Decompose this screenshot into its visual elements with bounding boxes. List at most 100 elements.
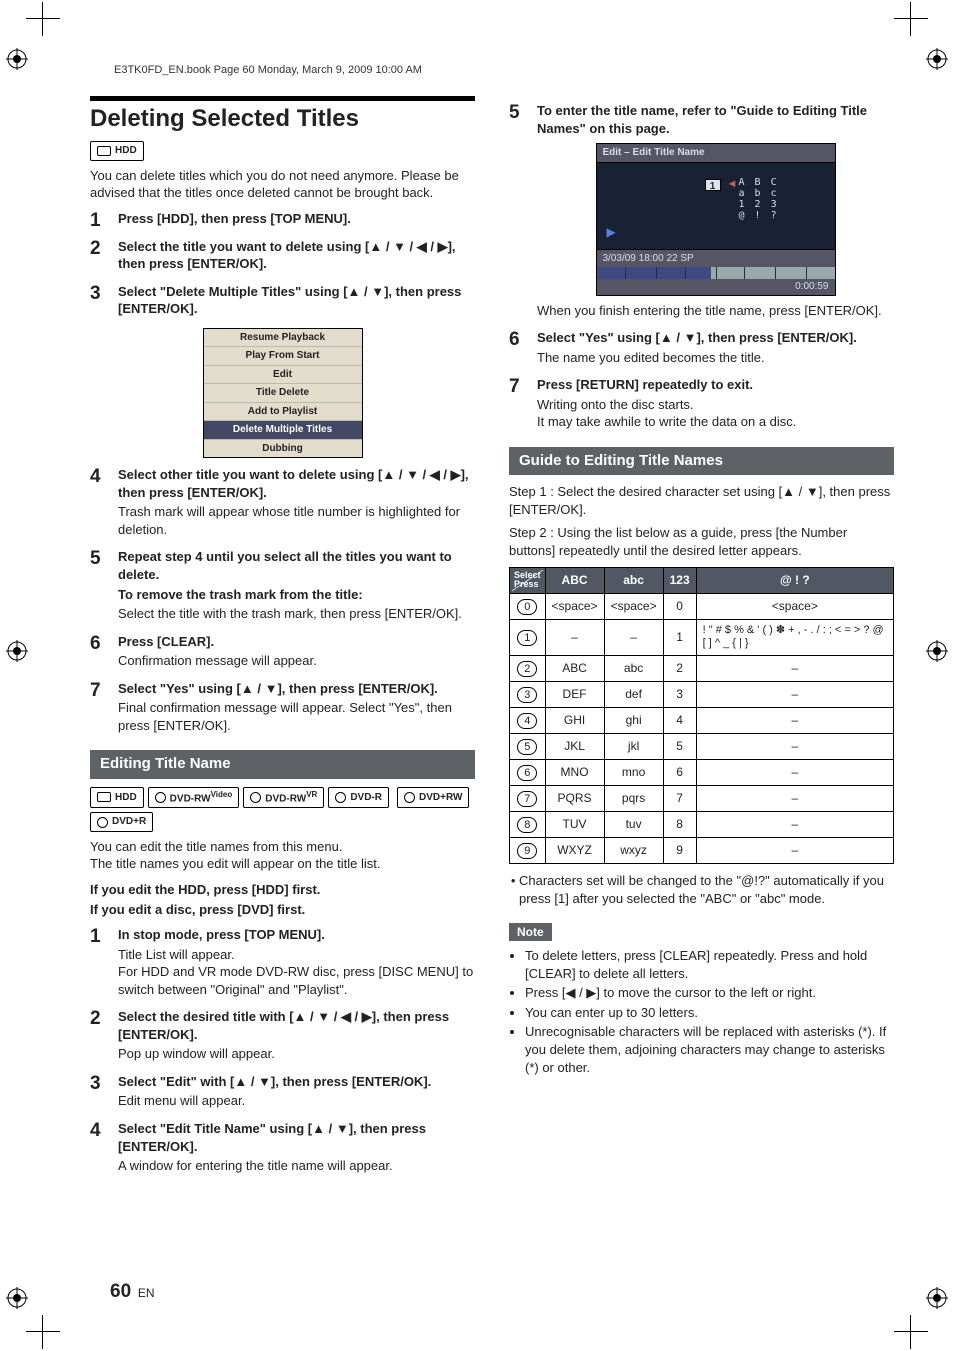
note-item: You can enter up to 30 letters. <box>525 1004 894 1022</box>
keycap-icon: 3 <box>517 687 537 703</box>
popup-item: Play From Start <box>204 347 362 366</box>
keycap-icon: 2 <box>517 661 537 677</box>
table-cell: WXYZ <box>545 838 604 864</box>
table-cell: – <box>696 760 893 786</box>
panel-footer-info: 3/03/09 18:00 22 SP <box>603 252 694 266</box>
section-title-deleting: Deleting Selected Titles <box>90 103 475 135</box>
table-cell: MNO <box>545 760 604 786</box>
section-rule <box>90 96 475 101</box>
table-cell: – <box>696 734 893 760</box>
panel-input: 1 <box>705 179 721 191</box>
keycap-icon: 4 <box>517 713 537 729</box>
table-cell: 4 <box>663 708 696 734</box>
step-item: Select other title you want to delete us… <box>90 466 475 538</box>
steps-list-editing: In stop mode, press [TOP MENU].Title Lis… <box>90 926 475 1175</box>
keycap-icon: 6 <box>517 765 537 781</box>
popup-item: Add to Playlist <box>204 403 362 422</box>
table-cell: 8 <box>663 812 696 838</box>
page-number: 60 EN <box>110 1281 154 1303</box>
steps-list-editing-cont: To enter the title name, refer to "Guide… <box>509 102 894 431</box>
keycap-cell: 8 <box>510 812 546 838</box>
table-cell: 6 <box>663 760 696 786</box>
keycap-icon: 8 <box>517 817 537 833</box>
table-row: 1––1! " # $ % & ' ( ) ✽ + , - . / : ; < … <box>510 619 894 656</box>
media-chip: DVD-RWVR <box>243 787 324 809</box>
panel-title: Edit – Edit Title Name <box>597 144 835 163</box>
table-cell: 9 <box>663 838 696 864</box>
table-cell: def <box>604 682 663 708</box>
table-row: 7PQRSpqrs7– <box>510 786 894 812</box>
charset-grid: A B Ca b c1 2 3@ ! ? <box>739 177 779 221</box>
popup-item: Edit <box>204 366 362 385</box>
keycap-icon: 9 <box>517 843 537 859</box>
table-row: 4GHIghi4– <box>510 708 894 734</box>
intro-editing: You can edit the title names from this m… <box>90 838 475 873</box>
registration-mark <box>926 640 948 662</box>
keycap-icon: 0 <box>517 599 537 615</box>
table-row: 2ABCabc2– <box>510 656 894 682</box>
table-cell: TUV <box>545 812 604 838</box>
popup-item: Title Delete <box>204 384 362 403</box>
edit-title-name-panel: Edit – Edit Title Name1◄A B Ca b c1 2 3@… <box>596 143 836 296</box>
table-cell: JKL <box>545 734 604 760</box>
table-cell: tuv <box>604 812 663 838</box>
table-cell: 0 <box>663 593 696 619</box>
step-item: Select the title you want to delete usin… <box>90 238 475 273</box>
table-cell: – <box>696 708 893 734</box>
steps-list-deleting: Press [HDD], then press [TOP MENU]. Selec… <box>90 210 475 734</box>
table-header: abc <box>604 568 663 593</box>
note-label: Note <box>509 923 552 941</box>
popup-item: Dubbing <box>204 440 362 458</box>
table-cell: – <box>604 619 663 656</box>
table-cell: 7 <box>663 786 696 812</box>
media-chip: DVD-R <box>328 787 389 809</box>
guide-step-1: Step 1 : Select the desired character se… <box>509 483 894 518</box>
table-cell: wxyz <box>604 838 663 864</box>
table-cell: – <box>696 786 893 812</box>
note-item: Unrecognisable characters will be replac… <box>525 1023 894 1076</box>
step-item: To enter the title name, refer to "Guide… <box>509 102 894 319</box>
table-cell: – <box>696 838 893 864</box>
media-chip-hdd: HDD <box>90 141 144 161</box>
left-column: Deleting Selected Titles HDD You can del… <box>90 96 475 1185</box>
guide-step-2: Step 2 : Using the list below as a guide… <box>509 524 894 559</box>
progress-bar <box>597 267 835 279</box>
media-chip: DVD+R <box>90 812 153 832</box>
popup-item: Delete Multiple Titles <box>204 421 362 440</box>
table-cell: ghi <box>604 708 663 734</box>
table-header: @ ! ? <box>696 568 893 593</box>
table-cell: – <box>545 619 604 656</box>
keycap-cell: 0 <box>510 593 546 619</box>
registration-mark <box>6 1287 28 1309</box>
table-cell: mno <box>604 760 663 786</box>
table-cell: jkl <box>604 734 663 760</box>
table-cell: GHI <box>545 708 604 734</box>
media-chip: DVD-RWVideo <box>148 787 240 809</box>
precondition-dvd: If you edit a disc, press [DVD] first. <box>90 901 475 919</box>
table-row: 6MNOmno6– <box>510 760 894 786</box>
subhead-guide: Guide to Editing Title Names <box>509 447 894 475</box>
table-cell: ABC <box>545 656 604 682</box>
keycap-cell: 9 <box>510 838 546 864</box>
table-row: 5JKLjkl5– <box>510 734 894 760</box>
step-item: Select "Yes" using [▲ / ▼], then press [… <box>90 680 475 735</box>
table-cell: 2 <box>663 656 696 682</box>
table-cell: pqrs <box>604 786 663 812</box>
running-header: E3TK0FD_EN.book Page 60 Monday, March 9,… <box>114 64 894 76</box>
table-cell: 1 <box>663 619 696 656</box>
step-item: Repeat step 4 until you select all the t… <box>90 548 475 622</box>
step-item: Select "Edit Title Name" using [▲ / ▼], … <box>90 1120 475 1175</box>
registration-mark <box>6 640 28 662</box>
precondition-hdd: If you edit the HDD, press [HDD] first. <box>90 881 475 899</box>
media-chip-row: HDDDVD-RWVideoDVD-RWVRDVD-RDVD+RWDVD+R <box>90 787 475 832</box>
keycap-cell: 6 <box>510 760 546 786</box>
table-row: 0<space><space>0<space> <box>510 593 894 619</box>
crop-mark <box>26 2 60 36</box>
step-item: Press [HDD], then press [TOP MENU]. <box>90 210 475 228</box>
table-row: 8TUVtuv8– <box>510 812 894 838</box>
notes-list: To delete letters, press [CLEAR] repeate… <box>509 947 894 1076</box>
table-cell: <space> <box>545 593 604 619</box>
keycap-icon: 1 <box>517 630 537 646</box>
step-item: Press [CLEAR].Confirmation message will … <box>90 633 475 670</box>
popup-menu: Resume PlaybackPlay From StartEditTitle … <box>203 328 363 459</box>
